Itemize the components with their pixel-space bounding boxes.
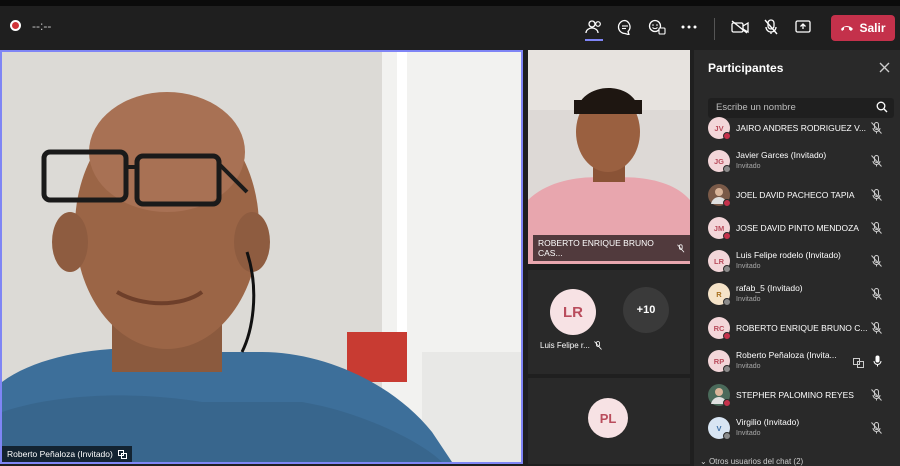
participant-row[interactable]: RC ROBERTO ENRIQUE BRUNO C... (708, 314, 894, 344)
other-chat-users-toggle[interactable]: ⌄ Otros usuarios del chat (2) (700, 457, 803, 466)
meeting-timer: --:-- (32, 19, 52, 33)
presence-status-icon (723, 165, 731, 173)
presence-status-icon (723, 332, 731, 340)
participants-active-underline (585, 39, 603, 41)
more-participants-count: +10 (636, 304, 656, 316)
participant-video-image (528, 50, 690, 264)
participants-icon[interactable] (583, 16, 605, 38)
microphone-muted-icon[interactable] (871, 188, 882, 206)
participant-role: Invitado (736, 363, 761, 370)
speaker-name: Roberto Peñaloza (Invitado) (7, 449, 113, 459)
speaker-video-image (2, 52, 521, 462)
search-placeholder: Escribe un nombre (716, 102, 796, 113)
microphone-muted-icon[interactable] (871, 254, 882, 272)
participants-panel: Participantes Escribe un nombre JV JAIRO … (694, 50, 900, 466)
participant-name: ROBERTO ENRIQUE BRUNO C... (736, 323, 868, 333)
participant-name: rafab_5 (Invitado) (736, 283, 803, 293)
participant-row[interactable]: STEPHER PALOMINO REYES (708, 381, 894, 411)
microphone-muted-icon[interactable] (871, 421, 882, 439)
participant-avatar-tiles: LR Luis Felipe r... +10 (528, 270, 690, 374)
presence-status-icon (723, 298, 731, 306)
microphone-muted-icon[interactable] (871, 121, 882, 139)
microphone-off-icon[interactable] (760, 16, 782, 38)
presence-status-icon (723, 199, 731, 207)
microphone-muted-icon[interactable] (871, 287, 882, 305)
participant-role: Invitado (736, 263, 761, 270)
avatar-pl-initials: PL (599, 410, 617, 426)
camera-off-icon[interactable] (729, 16, 751, 38)
participant-row[interactable]: JM JOSE DAVID PINTO MENDOZA (708, 214, 894, 244)
participant-name: STEPHER PALOMINO REYES (736, 390, 854, 400)
presence-status-icon (723, 232, 731, 240)
meeting-toolbar: --:-- Salir (0, 0, 900, 48)
participant-role: Invitado (736, 296, 761, 303)
avatar-lr-name: Luis Felipe r... (540, 341, 590, 350)
search-icon (876, 101, 888, 113)
muted-mic-small-icon (677, 243, 685, 253)
microphone-muted-icon[interactable] (871, 221, 882, 239)
leave-button[interactable]: Salir (831, 15, 895, 41)
main-video-feed[interactable]: Roberto Peñaloza (Invitado) (0, 50, 523, 464)
participant-name: ROBERTO ENRIQUE BRUNO CAS... (538, 238, 654, 258)
participant-video-tile[interactable]: ROBERTO ENRIQUE BRUNO CAS... (528, 50, 690, 264)
participant-row[interactable]: JV JAIRO ANDRES RODRIGUEZ V... (708, 114, 894, 144)
microphone-on-icon[interactable] (873, 354, 882, 372)
participant-role: Invitado (736, 163, 761, 170)
share-screen-icon[interactable] (792, 16, 814, 38)
chevron-down-icon: ⌄ (700, 457, 709, 466)
participant-avatar-tile-pl[interactable]: PL (528, 378, 690, 464)
avatar-lr[interactable]: LR (550, 289, 596, 335)
participant-row[interactable]: RP Roberto Peñaloza (Invita... Invitado (708, 347, 894, 377)
toolbar-separator (714, 18, 715, 40)
participant-name: Roberto Peñaloza (Invita... (736, 350, 837, 360)
presence-status-icon (723, 365, 731, 373)
avatar-lr-name-tag: Luis Felipe r... (540, 341, 602, 350)
muted-mic-small-icon (594, 341, 602, 350)
speaker-name-tag: Roberto Peñaloza (Invitado) (2, 446, 132, 462)
teams-meeting-window: --:-- Salir Roberto Peñaloza (Invitado) … (0, 0, 900, 466)
avatar-lr-initials: LR (563, 303, 583, 321)
participant-name: Javier Garces (Invitado) (736, 150, 827, 160)
participant-row[interactable]: JG Javier Garces (Invitado) Invitado (708, 147, 894, 177)
more-options-icon[interactable] (678, 16, 700, 38)
presence-status-icon (723, 399, 731, 407)
participant-name: Luis Felipe rodelo (Invitado) (736, 250, 841, 260)
participant-role: Invitado (736, 430, 761, 437)
more-participants-button[interactable]: +10 (623, 287, 669, 333)
recording-indicator-icon (10, 20, 21, 31)
avatar-pl: PL (588, 398, 628, 438)
participant-name-tag: ROBERTO ENRIQUE BRUNO CAS... (533, 235, 690, 261)
participant-name: JOSE DAVID PINTO MENDOZA (736, 223, 859, 233)
participant-row[interactable]: V Virgilio (Invitado) Invitado (708, 414, 894, 444)
participant-name: JAIRO ANDRES RODRIGUEZ V... (736, 123, 867, 133)
screen-share-small-icon (117, 449, 127, 459)
presence-status-icon (723, 132, 731, 140)
participant-row[interactable]: Rrafab_5 (Invitado) Invitado (708, 280, 894, 310)
close-icon[interactable] (879, 60, 890, 78)
microphone-muted-icon[interactable] (871, 388, 882, 406)
leave-label: Salir (859, 21, 886, 35)
participant-row[interactable]: JOEL DAVID PACHECO TAPIA (708, 181, 894, 211)
hang-up-icon (841, 26, 854, 31)
panel-title: Participantes (708, 61, 784, 75)
presence-status-icon (723, 432, 731, 440)
participant-row[interactable]: LR Luis Felipe rodelo (Invitado) Invitado (708, 247, 894, 277)
microphone-muted-icon[interactable] (871, 154, 882, 172)
reactions-icon[interactable] (646, 16, 668, 38)
screen-share-small-icon (853, 355, 864, 373)
chat-icon[interactable] (614, 16, 636, 38)
participant-name: JOEL DAVID PACHECO TAPIA (736, 190, 855, 200)
presence-status-icon (723, 265, 731, 273)
other-chat-users-label: Otros usuarios del chat (2) (708, 457, 804, 466)
microphone-muted-icon[interactable] (871, 321, 882, 339)
participant-name: Virgilio (Invitado) (736, 417, 800, 427)
